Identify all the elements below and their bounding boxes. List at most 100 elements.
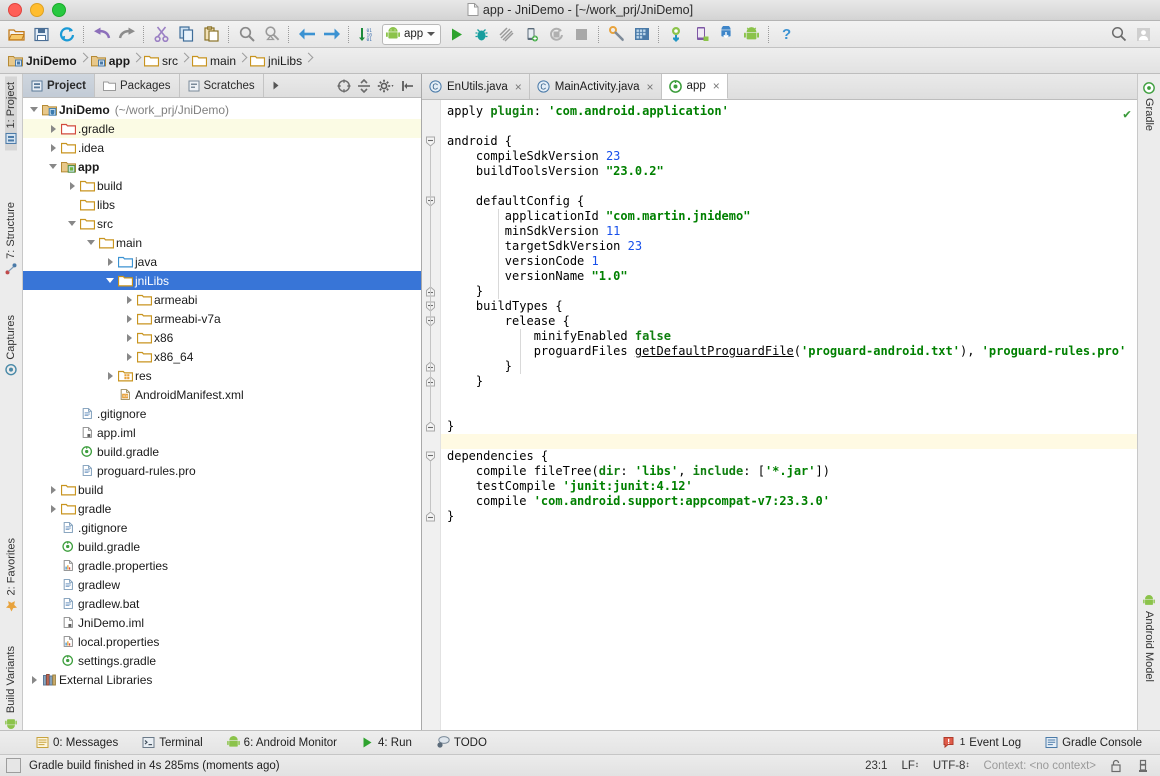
expand-arrow-icon[interactable] bbox=[27, 676, 41, 684]
tree-node-gradle[interactable]: gradle bbox=[23, 499, 421, 518]
expand-arrow-icon[interactable] bbox=[122, 296, 136, 304]
tree-node-armeabi[interactable]: armeabi bbox=[23, 290, 421, 309]
tree-node-gradle-properties[interactable]: gradle.properties bbox=[23, 556, 421, 575]
code-line[interactable] bbox=[441, 389, 1137, 404]
code-line[interactable]: versionName "1.0" bbox=[441, 269, 1137, 284]
close-icon[interactable]: × bbox=[713, 79, 720, 93]
tree-node-androidmanifest-xml[interactable]: <>AndroidManifest.xml bbox=[23, 385, 421, 404]
breadcrumb-item-app[interactable]: app bbox=[88, 48, 132, 73]
help-icon[interactable]: ? bbox=[774, 22, 799, 46]
bottom-item-terminal[interactable]: Terminal bbox=[130, 736, 214, 749]
expand-arrow-icon[interactable] bbox=[46, 144, 60, 152]
bottom-item-event-log[interactable]: 1 Event Log bbox=[931, 736, 1033, 749]
minimize-window-button[interactable] bbox=[30, 3, 44, 17]
bottom-item-android-monitor[interactable]: 6: Android Monitor bbox=[215, 736, 349, 749]
save-all-icon[interactable] bbox=[29, 22, 54, 46]
debug-icon[interactable] bbox=[469, 22, 494, 46]
code-line[interactable]: proguardFiles getDefaultProguardFile('pr… bbox=[441, 344, 1137, 359]
expand-arrow-icon[interactable] bbox=[103, 258, 117, 266]
tree-node-settings-gradle[interactable]: settings.gradle bbox=[23, 651, 421, 670]
breadcrumb-item-jnilibs[interactable]: jniLibs bbox=[247, 48, 304, 73]
code-line[interactable]: } bbox=[441, 509, 1137, 524]
code-line[interactable]: buildTypes { bbox=[441, 299, 1137, 314]
replace-icon[interactable] bbox=[259, 22, 284, 46]
copy-icon[interactable] bbox=[174, 22, 199, 46]
code-line[interactable] bbox=[441, 179, 1137, 194]
sidebar-item-gradle[interactable]: Gradle bbox=[1143, 76, 1155, 137]
redo-icon[interactable] bbox=[114, 22, 139, 46]
tab-project[interactable]: Project bbox=[23, 74, 95, 97]
open-folder-icon[interactable] bbox=[4, 22, 29, 46]
project-structure-icon[interactable] bbox=[604, 22, 629, 46]
sync-gradle-icon[interactable] bbox=[714, 22, 739, 46]
tree-node--gitignore[interactable]: .gitignore bbox=[23, 518, 421, 537]
bottom-item-gradle-console[interactable]: Gradle Console bbox=[1033, 736, 1160, 749]
coverage-icon[interactable] bbox=[494, 22, 519, 46]
sidebar-item-project[interactable]: 1: Project bbox=[5, 76, 17, 150]
tree-node-armeabi-v7a[interactable]: armeabi-v7a bbox=[23, 309, 421, 328]
rerun-icon[interactable] bbox=[544, 22, 569, 46]
code-line[interactable]: android { bbox=[441, 134, 1137, 149]
tree-node-app-iml[interactable]: app.iml bbox=[23, 423, 421, 442]
code-line[interactable]: } bbox=[441, 359, 1137, 374]
code-line[interactable]: } bbox=[441, 419, 1137, 434]
collapse-arrow-icon[interactable] bbox=[27, 107, 41, 112]
tree-node-build-gradle[interactable]: build.gradle bbox=[23, 537, 421, 556]
code-editor[interactable]: ✔ apply plugin: 'com.android.application… bbox=[441, 100, 1137, 730]
bottom-item-messages[interactable]: 0: Messages bbox=[24, 736, 130, 749]
context-indicator[interactable]: Context: <no context> bbox=[983, 760, 1102, 772]
editor-tab-mainactivity[interactable]: C MainActivity.java × bbox=[530, 74, 662, 99]
stop-icon[interactable] bbox=[569, 22, 594, 46]
code-line[interactable]: compile fileTree(dir: 'libs', include: [… bbox=[441, 464, 1137, 479]
expand-arrow-icon[interactable] bbox=[46, 505, 60, 513]
code-line[interactable]: defaultConfig { bbox=[441, 194, 1137, 209]
code-line[interactable]: compileSdkVersion 23 bbox=[441, 149, 1137, 164]
attach-debugger-icon[interactable] bbox=[519, 22, 544, 46]
tab-scratches[interactable]: Scratches bbox=[180, 74, 264, 97]
collapse-arrow-icon[interactable] bbox=[46, 164, 60, 169]
expand-arrow-icon[interactable] bbox=[103, 372, 117, 380]
zoom-window-button[interactable] bbox=[52, 3, 66, 17]
expand-arrow-icon[interactable] bbox=[122, 334, 136, 342]
code-line[interactable] bbox=[441, 404, 1137, 419]
collapse-all-icon[interactable] bbox=[357, 79, 371, 93]
line-separator[interactable]: LF↕ bbox=[901, 760, 924, 772]
code-line[interactable]: versionCode 1 bbox=[441, 254, 1137, 269]
tree-node--gitignore[interactable]: .gitignore bbox=[23, 404, 421, 423]
tree-node-proguard-rules-pro[interactable]: proguard-rules.pro bbox=[23, 461, 421, 480]
breadcrumb-item-jnidemo[interactable]: JniDemo bbox=[5, 48, 79, 73]
tree-node-src[interactable]: src bbox=[23, 214, 421, 233]
undo-icon[interactable] bbox=[89, 22, 114, 46]
sync-icon[interactable] bbox=[54, 22, 79, 46]
code-line[interactable]: testCompile 'junit:junit:4.12' bbox=[441, 479, 1137, 494]
tree-node-jnidemo[interactable]: JniDemo(~/work_prj/JniDemo) bbox=[23, 100, 421, 119]
sidebar-item-captures[interactable]: Captures bbox=[5, 309, 17, 382]
sidebar-item-android-model[interactable]: Android Model bbox=[1143, 589, 1155, 688]
lock-icon[interactable] bbox=[1110, 759, 1128, 773]
tree-node-libs[interactable]: libs bbox=[23, 195, 421, 214]
chevron-right-icon[interactable] bbox=[264, 74, 288, 97]
tree-node-jnidemo-iml[interactable]: JniDemo.iml bbox=[23, 613, 421, 632]
close-icon[interactable]: × bbox=[647, 80, 654, 94]
sdk-manager-icon[interactable] bbox=[629, 22, 654, 46]
tree-node-local-properties[interactable]: local.properties bbox=[23, 632, 421, 651]
inspection-status-icon[interactable]: ✔ bbox=[1123, 107, 1131, 122]
tree-node--gradle[interactable]: .gradle bbox=[23, 119, 421, 138]
tree-node-gradlew[interactable]: gradlew bbox=[23, 575, 421, 594]
collapse-arrow-icon[interactable] bbox=[65, 221, 79, 226]
expand-arrow-icon[interactable] bbox=[122, 315, 136, 323]
tree-node-build[interactable]: build bbox=[23, 176, 421, 195]
code-line[interactable]: applicationId "com.martin.jnidemo" bbox=[441, 209, 1137, 224]
collapse-arrow-icon[interactable] bbox=[84, 240, 98, 245]
tree-node-app[interactable]: app bbox=[23, 157, 421, 176]
editor-tab-app[interactable]: app × bbox=[662, 74, 728, 99]
project-tree[interactable]: JniDemo(~/work_prj/JniDemo).gradle.ideaa… bbox=[23, 98, 421, 730]
close-icon[interactable]: × bbox=[515, 80, 522, 94]
hide-panel-icon[interactable] bbox=[401, 79, 415, 93]
tree-node--idea[interactable]: .idea bbox=[23, 138, 421, 157]
tree-node-build[interactable]: build bbox=[23, 480, 421, 499]
sort-icon[interactable]: 011001 bbox=[354, 22, 379, 46]
code-line[interactable]: } bbox=[441, 374, 1137, 389]
cut-icon[interactable] bbox=[149, 22, 174, 46]
sidebar-item-structure[interactable]: 7: Structure bbox=[5, 196, 17, 281]
